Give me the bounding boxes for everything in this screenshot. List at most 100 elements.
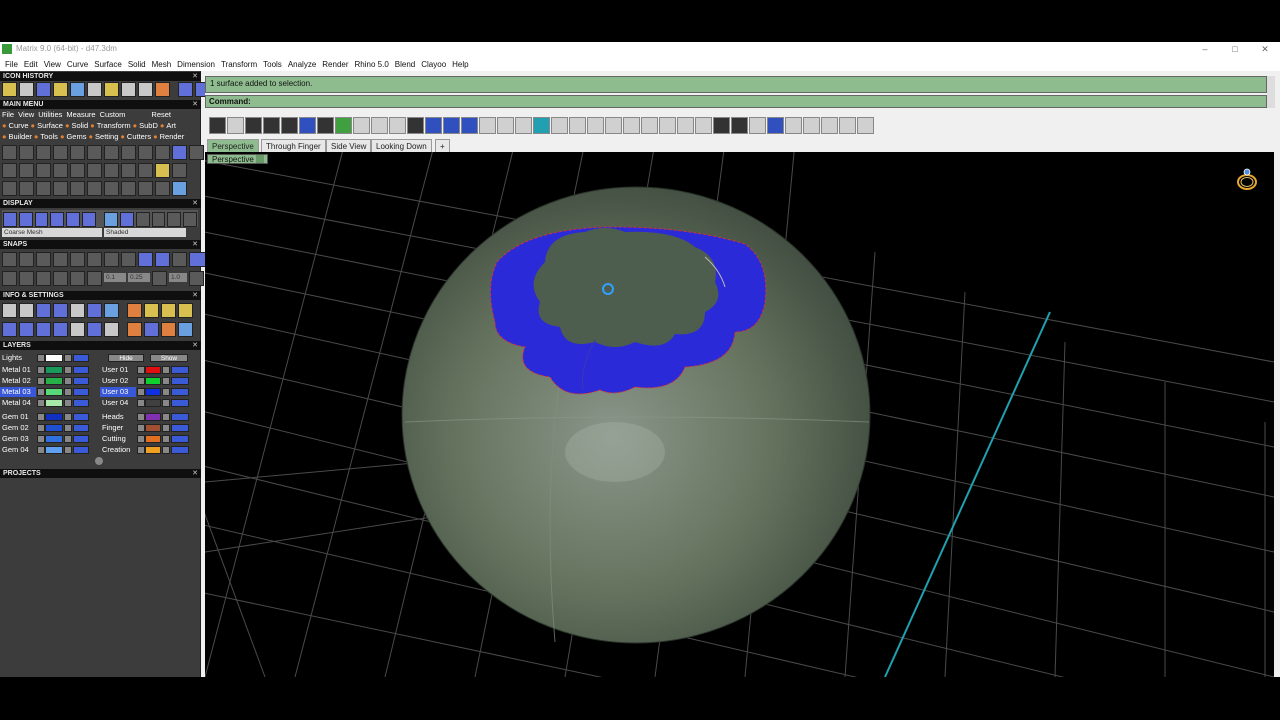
close-button[interactable]: ✕ (1250, 42, 1280, 57)
pen-icon[interactable] (87, 303, 102, 318)
sphere-icon[interactable] (36, 82, 51, 97)
folder-icon[interactable] (161, 303, 176, 318)
flow-icon[interactable] (155, 163, 170, 178)
lock-icon[interactable] (2, 82, 17, 97)
plan-view-icon[interactable] (299, 116, 316, 134)
points-icon[interactable] (121, 163, 136, 178)
tab-looking-down[interactable]: Looking Down (371, 139, 432, 152)
mm-reset[interactable]: Reset (151, 109, 171, 120)
zoom-window-icon[interactable] (263, 116, 280, 134)
back-arrow-icon[interactable] (178, 82, 193, 97)
command-scrollbar[interactable] (1267, 76, 1275, 108)
orbit-icon[interactable] (172, 181, 187, 196)
mm-setting[interactable]: Setting (95, 131, 118, 142)
ruler-tool-icon[interactable] (587, 116, 604, 134)
material-sphere-1-icon[interactable] (135, 212, 150, 227)
tool-icon[interactable] (138, 82, 153, 97)
polyline-icon[interactable] (2, 145, 17, 160)
menu-solid[interactable]: Solid (125, 60, 149, 69)
menu-curve[interactable]: Curve (64, 60, 91, 69)
scissors-icon[interactable] (497, 116, 514, 134)
zoom-icon[interactable] (245, 116, 262, 134)
gem-tool-icon[interactable] (767, 116, 784, 134)
mm-curve[interactable]: Curve (9, 120, 29, 131)
studio-icon[interactable] (161, 322, 176, 337)
export-icon[interactable] (178, 303, 193, 318)
menu-file[interactable]: File (2, 60, 21, 69)
search-icon[interactable] (19, 303, 34, 318)
ghosted-mode-icon[interactable] (66, 212, 80, 227)
gem-info-icon[interactable] (104, 303, 119, 318)
pattern-tool-icon[interactable] (695, 116, 712, 134)
environment-icon[interactable] (178, 322, 193, 337)
mm-art[interactable]: Art (166, 120, 176, 131)
viewport-label[interactable]: Perspective (207, 154, 268, 164)
mm-measure[interactable]: Measure (66, 109, 95, 120)
mm-render[interactable]: Render (160, 131, 185, 142)
rotate-view-icon[interactable] (227, 116, 244, 134)
align-4-icon[interactable] (659, 116, 676, 134)
expand-layers-icon[interactable] (95, 457, 103, 465)
settings-icon[interactable] (2, 303, 17, 318)
align-2-icon[interactable] (623, 116, 640, 134)
layer-row[interactable]: Metal 01 User 01 (0, 365, 200, 375)
snap-knot-icon[interactable] (155, 252, 170, 267)
snap-vertex-icon[interactable] (172, 252, 187, 267)
wave-icon[interactable] (2, 163, 17, 178)
minimize-button[interactable]: – (1190, 42, 1220, 57)
move-icon[interactable] (70, 181, 85, 196)
mirror-icon[interactable] (53, 181, 68, 196)
polar-array-icon[interactable] (138, 181, 153, 196)
arc-2-icon[interactable] (121, 145, 136, 160)
layer-row[interactable]: Gem 03 Cutting (0, 434, 200, 444)
menu-clayoo[interactable]: Clayoo (418, 60, 449, 69)
light-tool-icon[interactable] (803, 116, 820, 134)
pipe-icon[interactable] (53, 322, 68, 337)
polygon-icon[interactable] (19, 145, 34, 160)
material-circle-icon[interactable] (120, 212, 134, 227)
material-sphere-3-icon[interactable] (167, 212, 182, 227)
gem-icon[interactable] (70, 82, 85, 97)
flag-icon[interactable] (70, 322, 85, 337)
box-icon[interactable] (104, 82, 119, 97)
properties-icon[interactable] (87, 322, 102, 337)
add-tab-button[interactable]: + (435, 139, 450, 152)
hatch-icon[interactable] (713, 116, 730, 134)
rectangle-icon[interactable] (53, 145, 68, 160)
smarttrack-icon[interactable] (70, 271, 85, 286)
menu-rhino[interactable]: Rhino 5.0 (352, 60, 392, 69)
ortho-icon[interactable] (19, 271, 34, 286)
menu-tools[interactable]: Tools (260, 60, 285, 69)
group-icon[interactable] (479, 116, 496, 134)
tab-perspective[interactable]: Perspective (207, 139, 259, 152)
render-settings-icon[interactable] (127, 322, 142, 337)
align-5-icon[interactable] (677, 116, 694, 134)
grid-icon[interactable] (172, 145, 187, 160)
menu-blend[interactable]: Blend (392, 60, 418, 69)
grid-view-icon[interactable] (569, 116, 586, 134)
mm-solid[interactable]: Solid (71, 120, 88, 131)
zoom-selected-icon[interactable] (389, 116, 406, 134)
menu-render[interactable]: Render (319, 60, 351, 69)
extend-icon[interactable] (36, 181, 51, 196)
palette-icon[interactable] (127, 303, 142, 318)
copy-icon[interactable] (87, 181, 102, 196)
curve-tool-icon[interactable] (821, 116, 838, 134)
osnap-icon[interactable] (53, 271, 68, 286)
layer-row[interactable]: Metal 04 User 04 (0, 398, 200, 408)
snap-point-icon[interactable] (36, 252, 51, 267)
menu-analyze[interactable]: Analyze (285, 60, 319, 69)
wireframe-mode-icon[interactable] (3, 212, 17, 227)
snap-perp-icon[interactable] (104, 252, 119, 267)
notes-icon[interactable] (70, 303, 85, 318)
box-tool-icon[interactable] (533, 116, 550, 134)
mm-file[interactable]: File (2, 109, 14, 120)
calculator-icon[interactable] (407, 116, 424, 134)
material-icon[interactable] (144, 322, 159, 337)
curve-icon[interactable] (36, 145, 51, 160)
save-icon[interactable] (515, 116, 532, 134)
mm-custom[interactable]: Custom (100, 109, 126, 120)
rendered-mode-icon[interactable] (50, 212, 65, 227)
rotate-icon[interactable] (155, 181, 170, 196)
views-icon[interactable] (19, 322, 34, 337)
